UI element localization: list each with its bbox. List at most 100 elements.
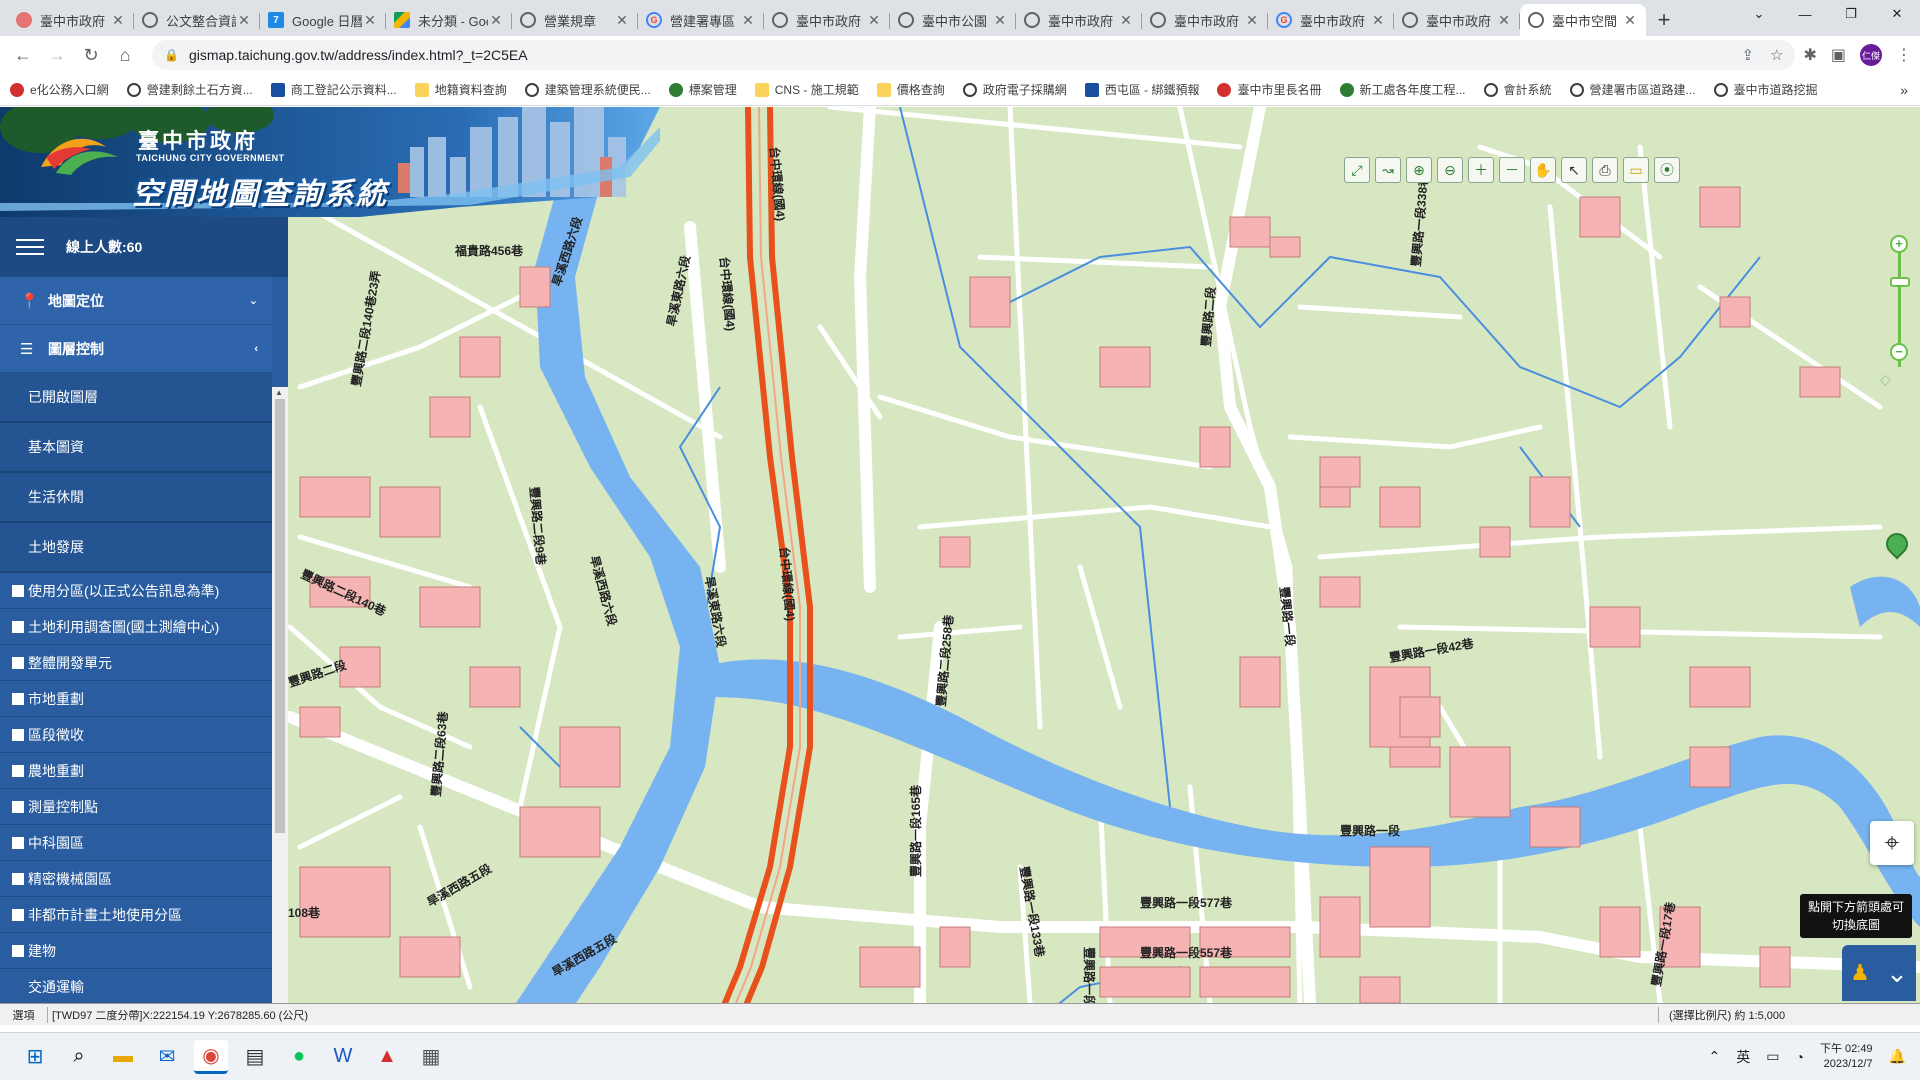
identify-icon[interactable]: ✋ xyxy=(1530,157,1556,183)
minimize-icon[interactable]: — xyxy=(1782,0,1828,28)
tab-13-active[interactable]: 臺中市空間 ✕ xyxy=(1520,4,1646,36)
bookmark-folder[interactable]: 價格查詢 xyxy=(876,81,945,98)
layer-toggle[interactable]: 建物 xyxy=(0,933,272,969)
forward-icon[interactable]: → xyxy=(42,40,72,70)
bookmark-star-icon[interactable]: ☆ xyxy=(1770,46,1783,64)
clock[interactable]: 下午 02:49 2023/12/7 xyxy=(1820,1042,1873,1072)
ruler-icon[interactable]: ▭ xyxy=(1623,157,1649,183)
bookmark-item[interactable]: 新工處各年度工程... xyxy=(1339,81,1466,98)
layer-toggle[interactable]: 使用分區(以正式公告訊息為準) xyxy=(0,573,272,609)
close-icon[interactable]: ✕ xyxy=(110,12,126,29)
layer-toggle[interactable]: 精密機械園區 xyxy=(0,861,272,897)
tab-6[interactable]: G 營建署專區 ✕ xyxy=(638,4,764,36)
close-icon[interactable]: ✕ xyxy=(740,12,756,29)
display-icon[interactable]: ▭ xyxy=(1766,1048,1779,1065)
sidebar-scrollbar[interactable]: ▲ xyxy=(272,387,288,1003)
map-svg[interactable]: 福貴路456巷 旱溪西路六段 旱溪東路六段 台中環線(國4) 台中環線(國4) … xyxy=(0,107,1920,1003)
tab-5[interactable]: 營業規章 ✕ xyxy=(512,4,638,36)
bookmark-item[interactable]: 營建署市區道路建... xyxy=(1569,81,1696,98)
line-icon[interactable]: ● xyxy=(282,1040,316,1074)
tab-9[interactable]: 臺中市政府 ✕ xyxy=(1016,4,1142,36)
submenu-open-layers[interactable]: 已開啟圖層 xyxy=(0,373,272,423)
scale-select[interactable]: (選擇比例尺) 約 1:5,000 xyxy=(1658,1006,1920,1023)
file-explorer-icon[interactable]: ▬ xyxy=(106,1040,140,1074)
bookmark-folder[interactable]: CNS - 施工規範 xyxy=(754,81,859,98)
checkbox[interactable] xyxy=(12,584,24,597)
bookmark-item[interactable]: 臺中市道路挖掘 xyxy=(1713,81,1818,98)
bookmark-item[interactable]: 西屯區 - 綁鐵預報 xyxy=(1084,81,1199,98)
zoom-out-icon[interactable]: － xyxy=(1499,157,1525,183)
locate-me-button[interactable]: ⌖ xyxy=(1870,821,1914,865)
submenu-leisure[interactable]: 生活休閒 xyxy=(0,473,272,523)
layer-toggle[interactable]: 中科園區 xyxy=(0,825,272,861)
submenu-land-development[interactable]: 土地發展 xyxy=(0,523,272,573)
layer-toggle[interactable]: 整體開發單元 xyxy=(0,645,272,681)
bookmark-item[interactable]: 臺中市里長名冊 xyxy=(1217,81,1322,98)
print-icon[interactable]: ⎙ xyxy=(1592,157,1618,183)
word-icon[interactable]: W xyxy=(326,1040,360,1074)
tab-2[interactable]: 公文整合資訊✕ xyxy=(134,4,260,36)
measure-icon[interactable]: ↝ xyxy=(1375,157,1401,183)
pan-arrows-icon[interactable]: ◇ xyxy=(1880,371,1891,388)
reload-icon[interactable]: ↻ xyxy=(76,40,106,70)
chrome-icon[interactable]: ◉ xyxy=(194,1039,228,1074)
bookmark-item[interactable]: 標案管理 xyxy=(668,81,737,98)
tab-10[interactable]: 臺中市政府 ✕ xyxy=(1142,4,1268,36)
checkbox[interactable] xyxy=(12,836,24,849)
checkbox[interactable] xyxy=(12,620,24,633)
checkbox[interactable] xyxy=(12,728,24,741)
checkbox[interactable] xyxy=(12,944,24,957)
map-canvas[interactable]: 福貴路456巷 旱溪西路六段 旱溪東路六段 台中環線(國4) 台中環線(國4) … xyxy=(0,107,1920,1003)
bookmark-item[interactable]: e化公務入口網 xyxy=(10,81,109,98)
lock-icon[interactable]: 🔒 xyxy=(164,48,179,62)
tab-7[interactable]: 臺中市政府 ✕ xyxy=(764,4,890,36)
notification-bell-icon[interactable]: 🔔 xyxy=(1889,1048,1906,1065)
checkbox[interactable] xyxy=(12,908,24,921)
home-icon[interactable]: ⌂ xyxy=(110,40,140,70)
close-icon[interactable]: ✕ xyxy=(992,12,1008,29)
checkbox[interactable] xyxy=(12,656,24,669)
close-icon[interactable]: ✕ xyxy=(1370,12,1386,29)
close-icon[interactable]: ✕ xyxy=(362,12,378,29)
bookmark-folder[interactable]: 地籍資料查詢 xyxy=(414,81,507,98)
zoom-plus-icon[interactable]: + xyxy=(1890,235,1908,253)
layer-toggle[interactable]: 區段徵收 xyxy=(0,717,272,753)
close-icon[interactable]: ✕ xyxy=(1118,12,1134,29)
status-select-option[interactable]: 選項 xyxy=(0,1006,48,1023)
menu-transport[interactable]: 交通運輸 xyxy=(0,969,272,1003)
network-icon[interactable]: ◔ xyxy=(1796,1049,1804,1065)
outlook-icon[interactable]: ✉ xyxy=(150,1040,184,1074)
menu-layer-control[interactable]: ☰ 圖層控制 ‹ xyxy=(0,325,272,373)
share-icon[interactable]: ⇪ xyxy=(1741,46,1754,64)
acrobat-icon[interactable]: ▲ xyxy=(370,1040,404,1074)
back-icon[interactable]: ← xyxy=(8,40,38,70)
close-window-icon[interactable]: ✕ xyxy=(1874,0,1920,28)
bookmark-item[interactable]: 會計系統 xyxy=(1483,81,1552,98)
zoom-in-area-icon[interactable]: ⊕ xyxy=(1406,157,1432,183)
close-icon[interactable]: ✕ xyxy=(1496,12,1512,29)
menu-map-locate[interactable]: 📍 地圖定位 ⌄ xyxy=(0,277,272,325)
basemap-switch-button[interactable]: ♟ ⌄ xyxy=(1842,945,1916,1001)
input-language[interactable]: 英 xyxy=(1736,1047,1750,1067)
zoom-slider-handle[interactable] xyxy=(1890,277,1910,287)
browser-menu-icon[interactable]: ⋮ xyxy=(1896,45,1912,65)
close-icon[interactable]: ✕ xyxy=(614,12,630,29)
extent-icon[interactable]: ⤢ xyxy=(1344,157,1370,183)
checkbox[interactable] xyxy=(12,872,24,885)
search-icon[interactable]: ⌕ xyxy=(62,1040,96,1074)
hamburger-menu-icon[interactable] xyxy=(16,234,44,260)
profile-avatar[interactable]: 仁傑 xyxy=(1860,44,1882,66)
layer-toggle[interactable]: 市地重劃 xyxy=(0,681,272,717)
layer-toggle[interactable]: 土地利用調查圖(國土測繪中心) xyxy=(0,609,272,645)
tab-4[interactable]: 未分類 - Google✕ xyxy=(386,4,512,36)
extensions-icon[interactable]: ✱ xyxy=(1803,45,1816,65)
checkbox[interactable] xyxy=(12,764,24,777)
scroll-up-icon[interactable]: ▲ xyxy=(275,388,283,397)
select-icon[interactable]: ↖ xyxy=(1561,157,1587,183)
layer-toggle[interactable]: 測量控制點 xyxy=(0,789,272,825)
bookmark-item[interactable]: 建築管理系統便民... xyxy=(524,81,651,98)
calculator-icon[interactable]: ▦ xyxy=(414,1040,448,1074)
address-bar[interactable]: 🔒 gismap.taichung.gov.tw/address/index.h… xyxy=(152,40,1796,70)
zoom-out-area-icon[interactable]: ⊖ xyxy=(1437,157,1463,183)
restore-icon[interactable]: ❐ xyxy=(1828,0,1874,28)
